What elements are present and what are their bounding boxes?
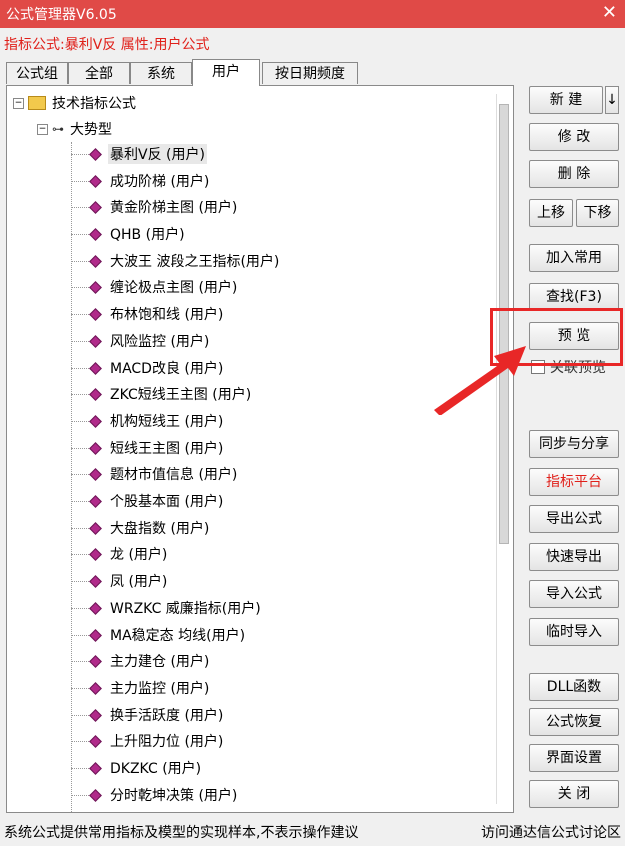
tab-all[interactable]: 全部 bbox=[68, 62, 130, 84]
formula-icon bbox=[89, 654, 102, 668]
tree-item[interactable]: 上升阻力位 (用户) bbox=[71, 730, 225, 752]
collapse-icon[interactable]: − bbox=[37, 123, 48, 135]
tree-root-label: 技术指标公式 bbox=[52, 96, 136, 112]
formula-icon bbox=[89, 761, 102, 775]
new-button[interactable]: 新 建 bbox=[529, 86, 603, 114]
restore-button[interactable]: 公式恢复 bbox=[529, 708, 619, 736]
edit-button[interactable]: 修 改 bbox=[529, 123, 619, 151]
quick-export-button[interactable]: 快速导出 bbox=[529, 543, 619, 571]
tree-item[interactable]: 换手活跃度 (用户) bbox=[71, 704, 225, 726]
ui-settings-button[interactable]: 界面设置 bbox=[529, 744, 619, 772]
tree-item[interactable]: QHB (用户) bbox=[71, 223, 187, 245]
tree-item[interactable]: 分时乾坤决策 (用户) bbox=[71, 784, 239, 806]
formula-icon bbox=[89, 708, 102, 722]
delete-button[interactable]: 删 除 bbox=[529, 160, 619, 188]
tree-item[interactable]: 个股基本面 (用户) bbox=[71, 490, 225, 512]
close-icon[interactable]: ✕ bbox=[602, 2, 617, 23]
annotation-arrow-icon bbox=[434, 346, 526, 415]
formula-icon bbox=[89, 601, 102, 615]
tree-item[interactable]: ZKC短线王主图 (用户) bbox=[71, 383, 253, 405]
window-title: 公式管理器V6.05 bbox=[6, 7, 117, 23]
scroll-thumb[interactable] bbox=[499, 104, 509, 544]
formula-icon bbox=[89, 387, 102, 401]
formula-icon bbox=[89, 174, 102, 188]
dll-button[interactable]: DLL函数 bbox=[529, 673, 619, 701]
export-button[interactable]: 导出公式 bbox=[529, 505, 619, 533]
tree-item[interactable]: 风险监控 (用户) bbox=[71, 330, 211, 352]
preview-button[interactable]: 预 览 bbox=[529, 322, 619, 350]
formula-icon bbox=[89, 200, 102, 214]
linked-preview-label: 关联预览 bbox=[550, 360, 606, 376]
tree-item[interactable]: 机构短线王 (用户) bbox=[71, 410, 225, 432]
formula-icon bbox=[89, 628, 102, 642]
formula-icon bbox=[89, 147, 102, 161]
tree-item[interactable]: 暴利V反 (用户) bbox=[71, 143, 207, 165]
tab-formula-group[interactable]: 公式组 bbox=[6, 62, 68, 84]
formula-icon bbox=[89, 547, 102, 561]
indicator-platform-button[interactable]: 指标平台 bbox=[529, 468, 619, 496]
formula-icon bbox=[89, 441, 102, 455]
tab-by-date[interactable]: 按日期频度 bbox=[262, 62, 358, 84]
tree-item[interactable]: 大盘指数 (用户) bbox=[71, 517, 211, 539]
move-up-button[interactable]: 上移 bbox=[529, 199, 573, 227]
tree-item[interactable]: 主力建仓 (用户) bbox=[71, 650, 211, 672]
formula-icon bbox=[89, 467, 102, 481]
formula-icon bbox=[89, 280, 102, 294]
tree-item[interactable]: 布林饱和线 (用户) bbox=[71, 303, 225, 325]
temp-import-button[interactable]: 临时导入 bbox=[529, 618, 619, 646]
tree-item[interactable]: DKZKC (用户) bbox=[71, 757, 203, 779]
formula-icon bbox=[89, 227, 102, 241]
formula-icon bbox=[89, 334, 102, 348]
tree-item[interactable]: WRZKC 威廉指标(用户) bbox=[71, 597, 263, 619]
formula-icon bbox=[89, 734, 102, 748]
sync-share-button[interactable]: 同步与分享 bbox=[529, 430, 619, 458]
move-down-button[interactable]: 下移 bbox=[576, 199, 619, 227]
tree-item[interactable]: 题材市值信息 (用户) bbox=[71, 463, 239, 485]
tree-item[interactable]: 短线王主图 (用户) bbox=[71, 437, 225, 459]
title-bar: 公式管理器V6.05 ✕ bbox=[0, 0, 625, 28]
tree-item[interactable]: 大波王 波段之王指标(用户) bbox=[71, 250, 281, 272]
formula-icon bbox=[89, 361, 102, 375]
key-icon: ⊶ bbox=[52, 122, 64, 136]
add-common-button[interactable]: 加入常用 bbox=[529, 244, 619, 272]
linked-preview-checkbox[interactable] bbox=[531, 360, 545, 374]
folder-icon bbox=[28, 96, 46, 110]
formula-icon bbox=[89, 254, 102, 268]
tree-subgroup[interactable]: − ⊶ 大势型 bbox=[37, 118, 112, 140]
find-button[interactable]: 查找(F3) bbox=[529, 283, 619, 311]
formula-icon bbox=[89, 494, 102, 508]
tree-root[interactable]: − 技术指标公式 bbox=[13, 92, 136, 114]
tree-item[interactable]: MA稳定态 均线(用户) bbox=[71, 624, 247, 646]
import-button[interactable]: 导入公式 bbox=[529, 580, 619, 608]
formula-tree[interactable]: − 技术指标公式 − ⊶ 大势型 暴利V反 (用户) 成功阶梯 (用户) 黄金阶… bbox=[6, 85, 514, 813]
tree-scrollbar[interactable] bbox=[496, 94, 511, 804]
formula-icon bbox=[89, 414, 102, 428]
forum-link[interactable]: 访问通达信公式讨论区 bbox=[481, 822, 621, 842]
collapse-icon[interactable]: − bbox=[13, 97, 24, 109]
tree-item[interactable]: 成功阶梯 (用户) bbox=[71, 170, 211, 192]
tree-item[interactable]: 凤 (用户) bbox=[71, 570, 169, 592]
tree-item[interactable]: 龙 (用户) bbox=[71, 543, 169, 565]
formula-info: 指标公式:暴利V反 属性:用户公式 bbox=[4, 37, 210, 53]
tree-item[interactable]: MACD改良 (用户) bbox=[71, 357, 225, 379]
formula-icon bbox=[89, 681, 102, 695]
tree-item[interactable]: 缠论极点主图 (用户) bbox=[71, 276, 239, 298]
tree-item[interactable]: 主力监控 (用户) bbox=[71, 677, 211, 699]
status-text: 系统公式提供常用指标及模型的实现样本,不表示操作建议 bbox=[4, 825, 359, 841]
formula-icon bbox=[89, 788, 102, 802]
tree-item[interactable]: 黄金阶梯主图 (用户) bbox=[71, 196, 239, 218]
tab-user[interactable]: 用户 bbox=[192, 59, 260, 86]
status-bar: 系统公式提供常用指标及模型的实现样本,不表示操作建议 访问通达信公式讨论区 bbox=[4, 822, 621, 842]
close-button[interactable]: 关 闭 bbox=[529, 780, 619, 808]
formula-icon bbox=[89, 574, 102, 588]
new-dropdown-arrow-icon[interactable]: ↓ bbox=[605, 86, 619, 114]
formula-icon bbox=[89, 307, 102, 321]
tab-system[interactable]: 系统 bbox=[130, 62, 192, 84]
tree-subgroup-label: 大势型 bbox=[70, 122, 112, 138]
formula-icon bbox=[89, 521, 102, 535]
